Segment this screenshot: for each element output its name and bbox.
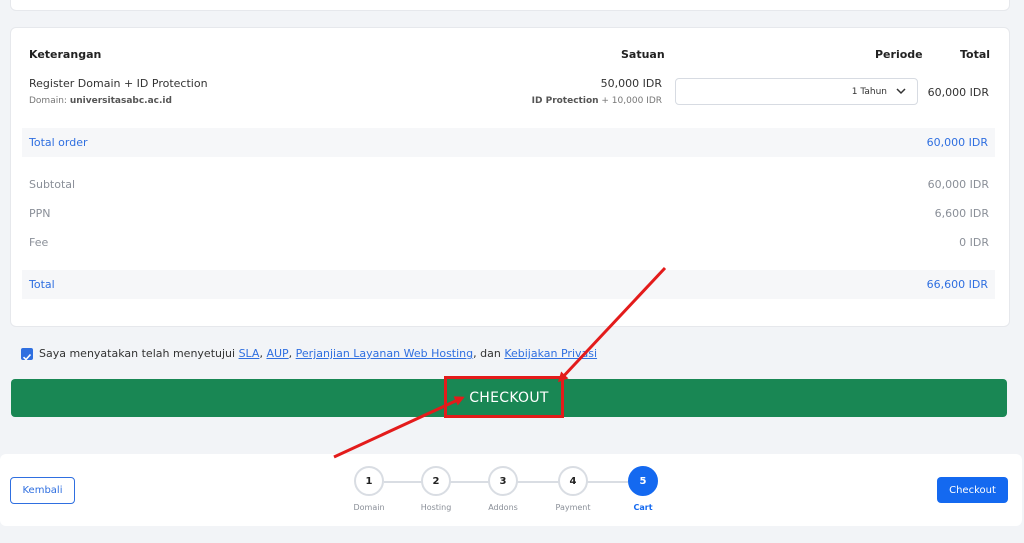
link-kebijakan-privasi[interactable]: Kebijakan Privasi	[504, 347, 597, 360]
chevron-down-icon	[896, 88, 906, 95]
period-select-value: 1 Tahun	[851, 87, 887, 97]
domain-value: universitasabc.ac.id	[69, 96, 172, 106]
step-label-cart: Cart	[633, 503, 653, 512]
fee-label: Fee	[29, 236, 49, 249]
agreement-text: Saya menyatakan telah menyetujui SLA, AU…	[39, 347, 597, 360]
total-order-label: Total order	[29, 136, 88, 149]
check-icon	[22, 353, 32, 361]
previous-card	[10, 0, 1010, 11]
total-order-row: Total order 60,000 IDR	[22, 128, 995, 157]
extra-value: + 10,000 IDR	[601, 96, 662, 106]
agreement-sep: ,	[288, 347, 296, 360]
grand-total-value: 66,600 IDR	[926, 278, 988, 291]
domain-label: Domain:	[29, 96, 67, 106]
step-label-payment: Payment	[555, 503, 591, 512]
agreement-prefix: Saya menyatakan telah menyetujui	[39, 347, 239, 360]
ppn-value: 6,600 IDR	[934, 207, 989, 220]
step-hosting[interactable]: 2	[421, 466, 451, 496]
step-cart[interactable]: 5	[628, 466, 658, 496]
extra-label: ID Protection	[531, 96, 599, 106]
footer-checkout-button[interactable]: Checkout	[937, 477, 1008, 503]
link-perjanjian[interactable]: Perjanjian Layanan Web Hosting	[296, 347, 473, 360]
subtotal-label: Subtotal	[29, 178, 76, 191]
fee-value: 0 IDR	[959, 236, 989, 249]
grand-total-row: Total 66,600 IDR	[22, 270, 995, 299]
item-total: 60,000 IDR	[927, 86, 989, 99]
agreement-checkbox[interactable]	[21, 348, 33, 361]
link-sla[interactable]: SLA	[239, 347, 260, 360]
total-order-value: 60,000 IDR	[926, 136, 988, 149]
step-payment[interactable]: 4	[558, 466, 588, 496]
item-price: 50,000 IDR	[600, 77, 662, 90]
header-periode: Periode	[875, 48, 923, 61]
back-button[interactable]: Kembali	[10, 477, 75, 504]
step-label-hosting: Hosting	[420, 503, 452, 512]
link-aup[interactable]: AUP	[266, 347, 288, 360]
step-addons[interactable]: 3	[488, 466, 518, 496]
grand-total-label: Total	[29, 278, 55, 291]
subtotal-value: 60,000 IDR	[927, 178, 989, 191]
header-keterangan: Keterangan	[29, 48, 102, 61]
ppn-label: PPN	[29, 207, 51, 220]
header-total: Total	[960, 48, 991, 61]
header-satuan: Satuan	[621, 48, 665, 61]
highlight-box	[444, 376, 564, 418]
agreement-sep: , dan	[473, 347, 505, 360]
step-label-addons: Addons	[488, 503, 518, 512]
step-domain[interactable]: 1	[354, 466, 384, 496]
item-domain: Domain: universitasabc.ac.id	[29, 96, 172, 106]
item-name: Register Domain + ID Protection	[29, 77, 208, 90]
item-extra: ID Protection + 10,000 IDR	[532, 96, 662, 106]
step-label-domain: Domain	[353, 503, 385, 512]
period-select[interactable]: 1 Tahun	[675, 78, 918, 105]
